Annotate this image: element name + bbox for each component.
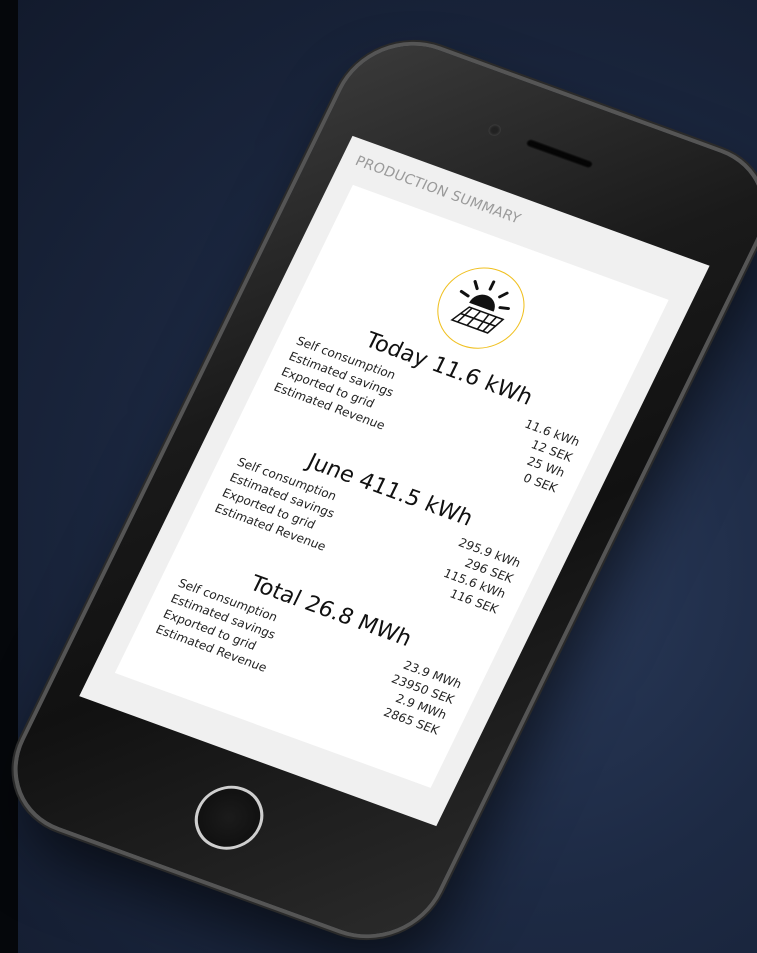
home-button[interactable] bbox=[183, 776, 275, 859]
front-camera bbox=[486, 122, 503, 138]
sun-solar-panel-icon bbox=[422, 255, 539, 361]
production-summary-card: Today 11.6 kWh Self consumption 11.6 kWh… bbox=[114, 184, 669, 788]
phone-screen: PRODUCTION SUMMARY Today 11.6 kWh Self c… bbox=[79, 135, 710, 827]
scene-background: PRODUCTION SUMMARY Today 11.6 kWh Self c… bbox=[0, 0, 757, 953]
left-dark-edge bbox=[0, 0, 18, 953]
phone-device: PRODUCTION SUMMARY Today 11.6 kWh Self c… bbox=[0, 26, 757, 953]
earpiece-speaker bbox=[524, 138, 595, 170]
